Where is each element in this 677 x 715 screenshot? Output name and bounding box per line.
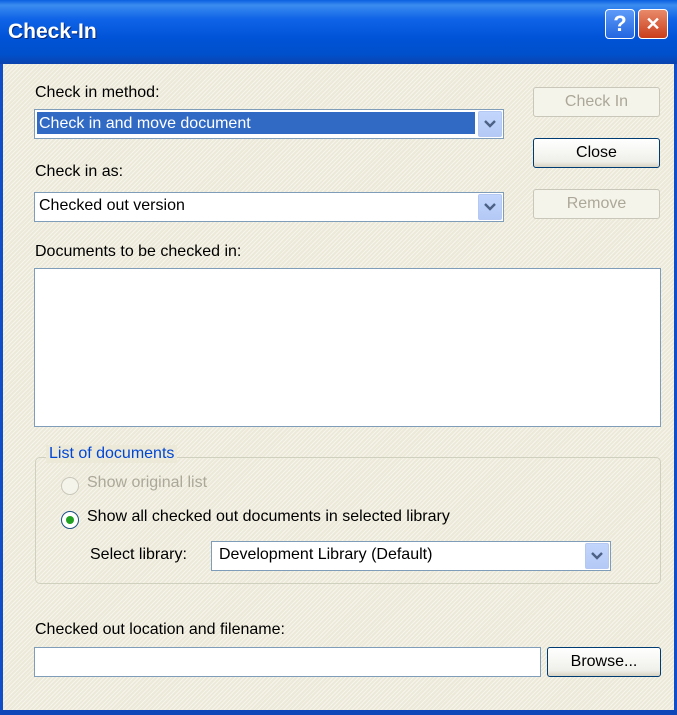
check-in-as-value: Checked out version: [39, 197, 185, 214]
check-in-as-select[interactable]: Checked out version: [34, 192, 504, 222]
check-in-as-label: Check in as:: [35, 163, 124, 180]
select-library-label: Select library:: [90, 546, 187, 563]
check-in-button[interactable]: Check In: [533, 87, 660, 117]
check-in-dialog: Check-In ? ✕ Check in method: Check in a…: [0, 0, 677, 715]
close-icon: ✕: [645, 13, 661, 34]
show-all-checked-out-label: Show all checked out documents in select…: [87, 508, 450, 525]
check-in-method-dropdown-button[interactable]: [478, 111, 502, 137]
dialog-content: Check in method: Check in and move docum…: [3, 64, 674, 710]
chevron-down-icon: [484, 203, 496, 211]
checked-out-location-label: Checked out location and filename:: [35, 621, 285, 638]
radio-selected-dot: [66, 516, 74, 524]
chevron-down-icon: [591, 552, 603, 560]
list-of-documents-legend: List of documents: [46, 445, 178, 463]
show-all-checked-out-radio[interactable]: [61, 511, 79, 529]
help-icon: ?: [613, 11, 627, 36]
select-library-value: Development Library (Default): [219, 546, 433, 563]
documents-list[interactable]: [34, 268, 661, 427]
select-library-dropdown-button[interactable]: [585, 543, 609, 569]
close-window-button[interactable]: ✕: [638, 9, 668, 39]
dialog-title: Check-In: [8, 20, 97, 43]
check-in-method-value: Check in and move document: [37, 112, 475, 134]
checked-out-location-input[interactable]: [34, 647, 541, 677]
check-in-method-label: Check in method:: [35, 84, 160, 101]
close-button[interactable]: Close: [533, 138, 660, 168]
show-original-list-radio[interactable]: [61, 477, 79, 495]
documents-label: Documents to be checked in:: [35, 243, 242, 260]
help-button[interactable]: ?: [605, 9, 635, 39]
chevron-down-icon: [484, 120, 496, 128]
check-in-method-select[interactable]: Check in and move document: [34, 109, 504, 139]
show-original-list-label: Show original list: [87, 474, 208, 491]
select-library-select[interactable]: Development Library (Default): [211, 541, 611, 571]
browse-button[interactable]: Browse...: [547, 647, 661, 677]
remove-button[interactable]: Remove: [533, 189, 660, 219]
window-border-bottom: [0, 710, 677, 715]
title-bar[interactable]: Check-In ? ✕: [0, 0, 677, 64]
check-in-as-dropdown-button[interactable]: [478, 194, 502, 220]
